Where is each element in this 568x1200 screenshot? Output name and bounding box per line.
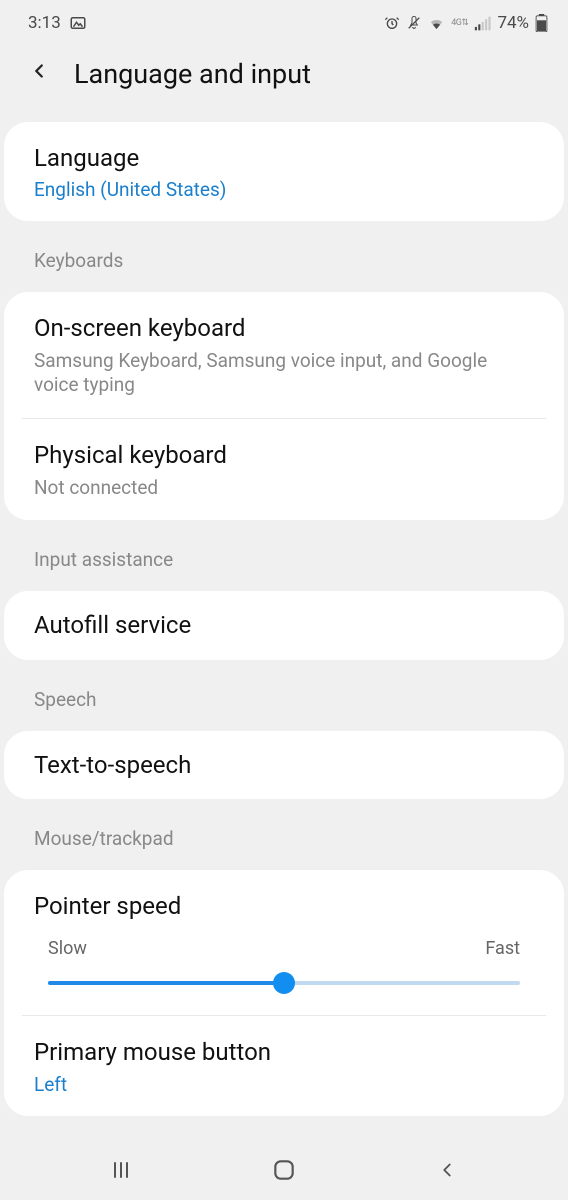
slider-labels: Slow Fast (34, 938, 534, 959)
mouse-card: Pointer speed Slow Fast Primary mouse bu… (4, 870, 564, 1116)
page-header: Language and input (0, 40, 568, 114)
language-row[interactable]: Language English (United States) (4, 122, 564, 221)
slider-fast-label: Fast (485, 938, 520, 959)
autofill-title: Autofill service (34, 609, 534, 641)
pointer-speed-slider[interactable] (48, 971, 520, 995)
mouse-button-title: Primary mouse button (34, 1036, 534, 1068)
tts-card: Text-to-speech (4, 731, 564, 799)
keyboards-card: On-screen keyboard Samsung Keyboard, Sam… (4, 292, 564, 520)
slider-slow-label: Slow (48, 938, 87, 959)
section-keyboards: Keyboards (0, 229, 568, 284)
status-left: 3:13 (28, 13, 87, 33)
status-time: 3:13 (28, 13, 61, 33)
language-value: English (United States) (34, 178, 534, 201)
slider-fill (48, 981, 284, 985)
recents-button[interactable] (81, 1158, 161, 1182)
status-right: 4G⇅ 74% (384, 13, 548, 33)
home-button[interactable] (244, 1157, 324, 1183)
onscreen-keyboard-row[interactable]: On-screen keyboard Samsung Keyboard, Sam… (4, 292, 564, 418)
vibrate-icon (406, 15, 422, 31)
physical-keyboard-row[interactable]: Physical keyboard Not connected (4, 419, 564, 520)
wifi-icon (428, 15, 445, 32)
data-icon: 4G⇅ (451, 18, 468, 28)
slider-thumb[interactable] (273, 972, 295, 994)
physical-keyboard-title: Physical keyboard (34, 439, 534, 471)
page-title: Language and input (74, 58, 311, 90)
tts-row[interactable]: Text-to-speech (4, 731, 564, 799)
back-nav-button[interactable] (407, 1159, 487, 1181)
section-input-assistance: Input assistance (0, 528, 568, 583)
pointer-speed-title: Pointer speed (34, 890, 534, 922)
onscreen-keyboard-sub: Samsung Keyboard, Samsung voice input, a… (34, 349, 534, 398)
mouse-button-value: Left (34, 1073, 534, 1096)
tts-title: Text-to-speech (34, 749, 534, 781)
screenshot-icon (69, 14, 87, 32)
section-speech: Speech (0, 668, 568, 723)
language-card: Language English (United States) (4, 122, 564, 221)
status-bar: 3:13 4G⇅ 74% (0, 0, 568, 40)
navigation-bar (0, 1140, 568, 1200)
alarm-icon (384, 15, 400, 31)
mouse-button-row[interactable]: Primary mouse button Left (4, 1016, 564, 1115)
onscreen-keyboard-title: On-screen keyboard (34, 312, 534, 344)
physical-keyboard-sub: Not connected (34, 476, 534, 501)
pointer-speed-row: Pointer speed Slow Fast (4, 870, 564, 1015)
autofill-card: Autofill service (4, 591, 564, 659)
battery-percent: 74% (497, 13, 529, 33)
autofill-row[interactable]: Autofill service (4, 591, 564, 659)
battery-icon (535, 14, 548, 32)
section-mouse: Mouse/trackpad (0, 807, 568, 862)
back-button[interactable] (28, 59, 50, 89)
signal-icon (474, 15, 491, 32)
language-title: Language (34, 142, 534, 174)
